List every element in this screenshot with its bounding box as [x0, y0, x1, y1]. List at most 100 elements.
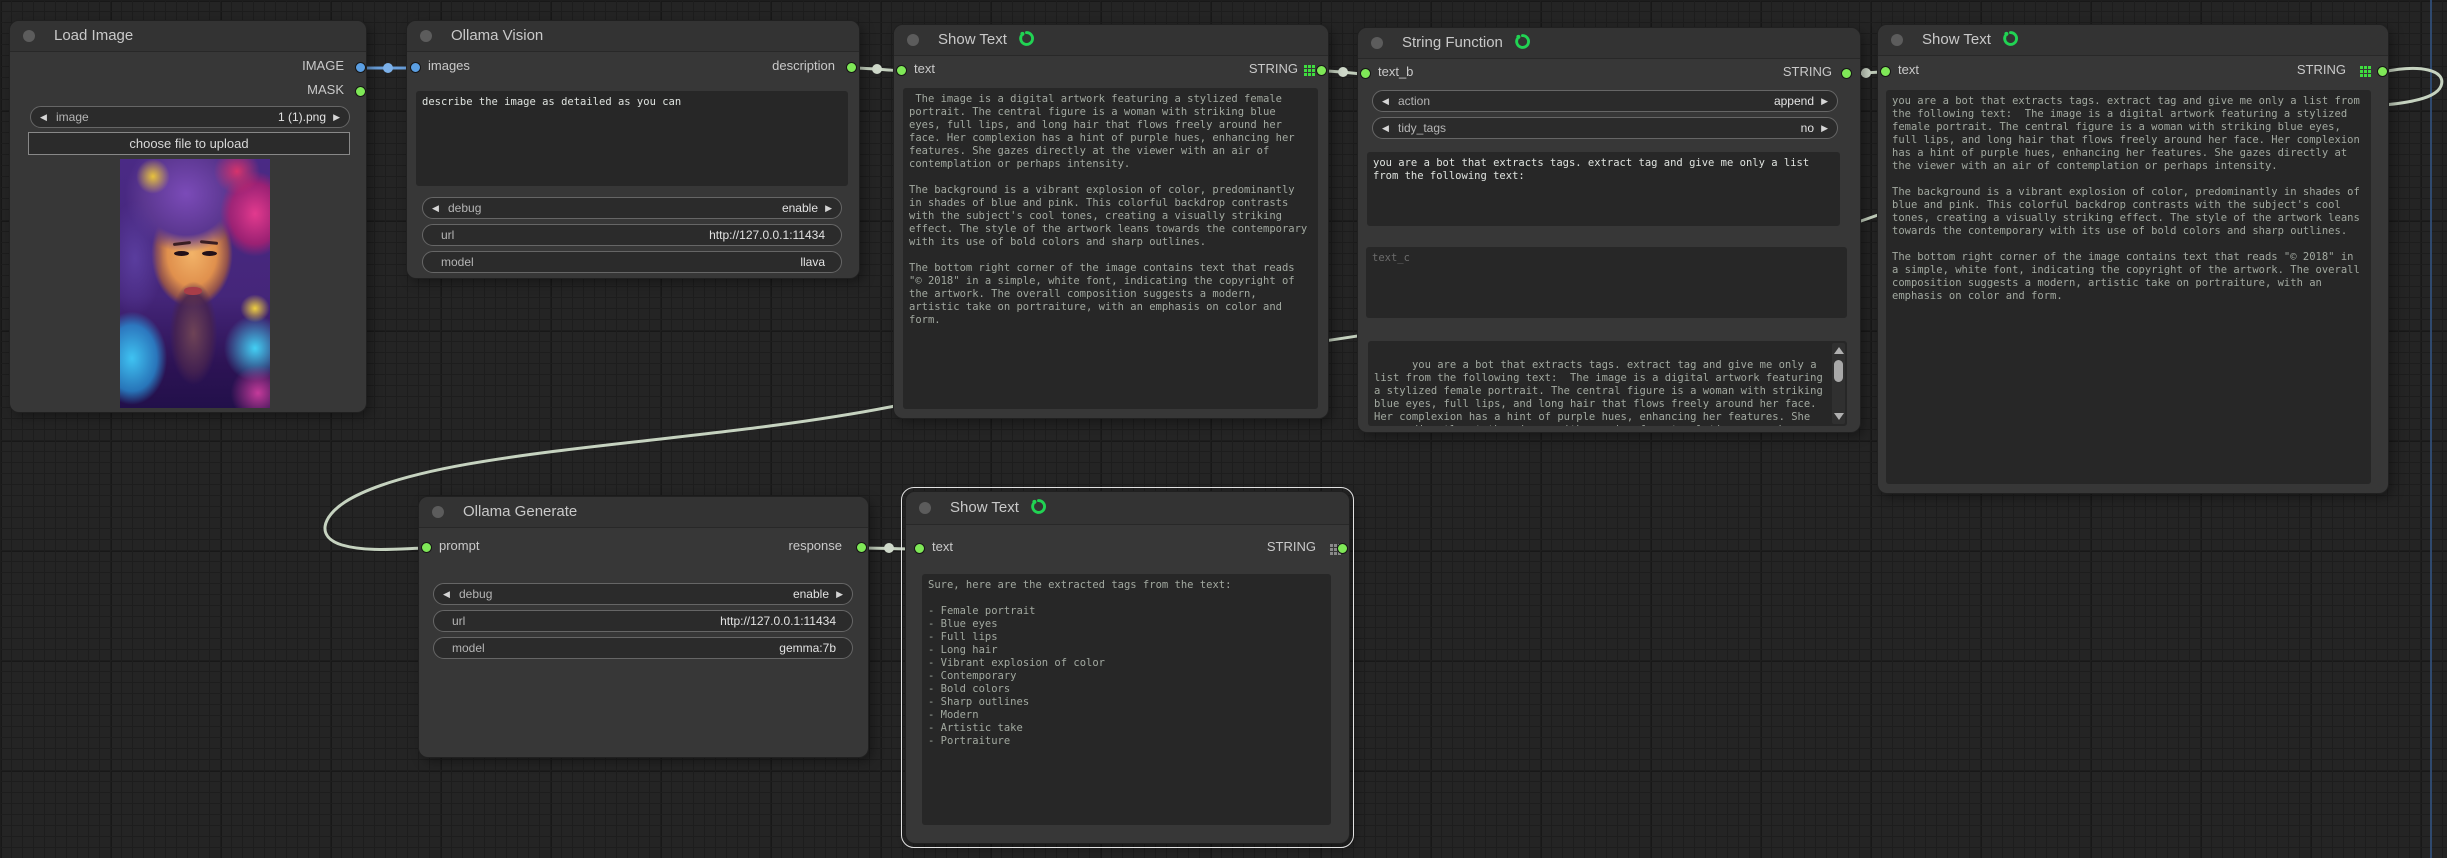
combo-label: tidy_tags: [1398, 121, 1447, 135]
combo-value: 1 (1).png: [277, 110, 326, 124]
result-textarea[interactable]: you are a bot that extracts tags. extrac…: [1368, 341, 1847, 426]
node-show-text-1[interactable]: Show Text text STRING The image is a dig…: [894, 25, 1328, 418]
output-slot-description[interactable]: [846, 62, 857, 73]
output-slot-image[interactable]: [355, 62, 366, 73]
node-collapse-dot[interactable]: [432, 506, 444, 518]
node-collapse-dot[interactable]: [420, 30, 432, 42]
output-label-string: STRING: [1782, 64, 1832, 79]
combo-label: image: [56, 110, 89, 124]
input-slot-text-b[interactable]: [1360, 68, 1371, 79]
image-combo-widget[interactable]: ◀ image 1 (1).png ▶: [30, 106, 350, 128]
combo-value: no: [1800, 121, 1814, 135]
combo-value: enable: [781, 201, 818, 215]
node-show-text-right[interactable]: Show Text text STRING you are a bot that…: [1878, 25, 2388, 493]
output-slot-string[interactable]: [1841, 68, 1852, 79]
node-show-text-bottom[interactable]: Show Text text STRING Sure, here are the…: [901, 487, 1354, 848]
scrollbar-thumb[interactable]: [1834, 360, 1843, 382]
widget-label: model: [441, 255, 474, 269]
combo-left-arrow-icon[interactable]: ◀: [40, 112, 54, 123]
pysssss-badge-icon: [2002, 28, 2019, 58]
combo-left-arrow-icon[interactable]: ◀: [1382, 123, 1396, 134]
node-load-image[interactable]: Load Image IMAGE MASK ◀ image 1 (1).png …: [10, 21, 366, 412]
node-title-bar[interactable]: String Function: [1358, 28, 1860, 59]
vision-prompt-textarea[interactable]: describe the image as detailed as you ca…: [416, 91, 848, 186]
input-slot-prompt[interactable]: [421, 542, 432, 553]
node-ollama-vision[interactable]: Ollama Vision images description describ…: [407, 21, 859, 278]
node-collapse-dot[interactable]: [1371, 37, 1383, 49]
scroll-up-icon[interactable]: [1834, 347, 1844, 354]
node-title-bar[interactable]: Ollama Vision: [407, 21, 859, 52]
scroll-down-icon[interactable]: [1834, 413, 1844, 420]
text-a-textarea[interactable]: you are a bot that extracts tags. extrac…: [1367, 152, 1840, 226]
input-slot-text[interactable]: [896, 65, 907, 76]
output-slot-mask[interactable]: [355, 86, 366, 97]
node-collapse-dot[interactable]: [23, 30, 35, 42]
combo-left-arrow-icon[interactable]: ◀: [1382, 96, 1396, 107]
input-label-text: text: [932, 539, 953, 554]
output-slot-string[interactable]: [1316, 65, 1327, 76]
node-collapse-dot[interactable]: [919, 502, 931, 514]
show-text-display[interactable]: you are a bot that extracts tags. extrac…: [1886, 90, 2371, 484]
output-label-image: IMAGE: [302, 58, 344, 73]
node-collapse-dot[interactable]: [1891, 34, 1903, 46]
output-label-mask: MASK: [307, 82, 344, 97]
model-text-widget[interactable]: model llava: [422, 251, 842, 273]
input-label-text: text: [1898, 62, 1919, 77]
show-text-display[interactable]: Sure, here are the extracted tags from t…: [922, 574, 1331, 825]
combo-left-arrow-icon[interactable]: ◀: [443, 589, 457, 600]
node-collapse-dot[interactable]: [907, 34, 919, 46]
combo-right-arrow-icon[interactable]: ▶: [326, 112, 340, 123]
combo-right-arrow-icon[interactable]: ▶: [818, 203, 832, 214]
output-label-string: STRING: [1248, 61, 1298, 76]
node-title-bar[interactable]: Show Text: [1878, 25, 2388, 56]
input-slot-images[interactable]: [410, 62, 421, 73]
model-text-widget[interactable]: model gemma:7b: [433, 637, 853, 659]
result-scrollbar[interactable]: [1832, 343, 1845, 424]
string-grid-icon: [1304, 65, 1307, 68]
string-grid-icon: [2360, 66, 2363, 69]
url-text-widget[interactable]: url http://127.0.0.1:11434: [422, 224, 842, 246]
input-label-images: images: [428, 58, 470, 73]
combo-right-arrow-icon[interactable]: ▶: [829, 589, 843, 600]
action-combo-widget[interactable]: ◀ action append ▶: [1372, 90, 1838, 112]
url-text-widget[interactable]: url http://127.0.0.1:11434: [433, 610, 853, 632]
combo-right-arrow-icon[interactable]: ▶: [1814, 123, 1828, 134]
output-slot-string[interactable]: [1337, 543, 1348, 554]
pysssss-badge-icon: [1514, 31, 1531, 61]
combo-right-arrow-icon[interactable]: ▶: [1814, 96, 1828, 107]
debug-combo-widget[interactable]: ◀ debug enable ▶: [422, 197, 842, 219]
link-midpoint-dot: [1861, 68, 1871, 78]
debug-combo-widget[interactable]: ◀ debug enable ▶: [433, 583, 853, 605]
portrait-background: [120, 159, 270, 408]
pysssss-badge-icon: [1018, 28, 1035, 58]
choose-file-button[interactable]: choose file to upload: [28, 132, 350, 155]
string-grid-icon: [1330, 544, 1333, 547]
node-title-bar[interactable]: Show Text: [894, 25, 1328, 56]
node-title-bar[interactable]: Load Image: [10, 21, 366, 52]
input-label-prompt: prompt: [439, 538, 480, 553]
output-label-string: STRING: [2296, 62, 2346, 77]
node-title-bar[interactable]: Ollama Generate: [419, 497, 868, 528]
output-label-response: response: [788, 538, 842, 553]
text-c-textarea[interactable]: text_c: [1366, 247, 1847, 318]
combo-label: debug: [448, 201, 482, 215]
input-slot-text[interactable]: [1880, 66, 1891, 77]
node-title-bar[interactable]: Show Text: [906, 492, 1349, 525]
show-text-display[interactable]: The image is a digital artwork featuring…: [903, 88, 1318, 409]
link-midpoint-dot: [872, 64, 882, 74]
widget-value: http://127.0.0.1:11434: [720, 614, 836, 628]
link-midpoint-dot: [884, 543, 894, 553]
output-slot-string[interactable]: [2377, 66, 2388, 77]
combo-left-arrow-icon[interactable]: ◀: [432, 203, 446, 214]
output-slot-response[interactable]: [856, 542, 867, 553]
input-slot-text[interactable]: [914, 543, 925, 554]
node-title: String Function: [1402, 34, 1503, 51]
output-label-string: STRING: [1266, 539, 1316, 554]
pysssss-badge-icon: [1030, 495, 1047, 527]
input-label-text: text: [914, 61, 935, 76]
node-ollama-generate[interactable]: Ollama Generate prompt response ◀ debug …: [419, 497, 868, 757]
tidy-tags-combo-widget[interactable]: ◀ tidy_tags no ▶: [1372, 117, 1838, 139]
graph-canvas[interactable]: Load Image IMAGE MASK ◀ image 1 (1).png …: [0, 0, 2447, 858]
node-string-function[interactable]: String Function text_b STRING ◀ action a…: [1358, 28, 1860, 432]
widget-label: url: [452, 614, 466, 628]
